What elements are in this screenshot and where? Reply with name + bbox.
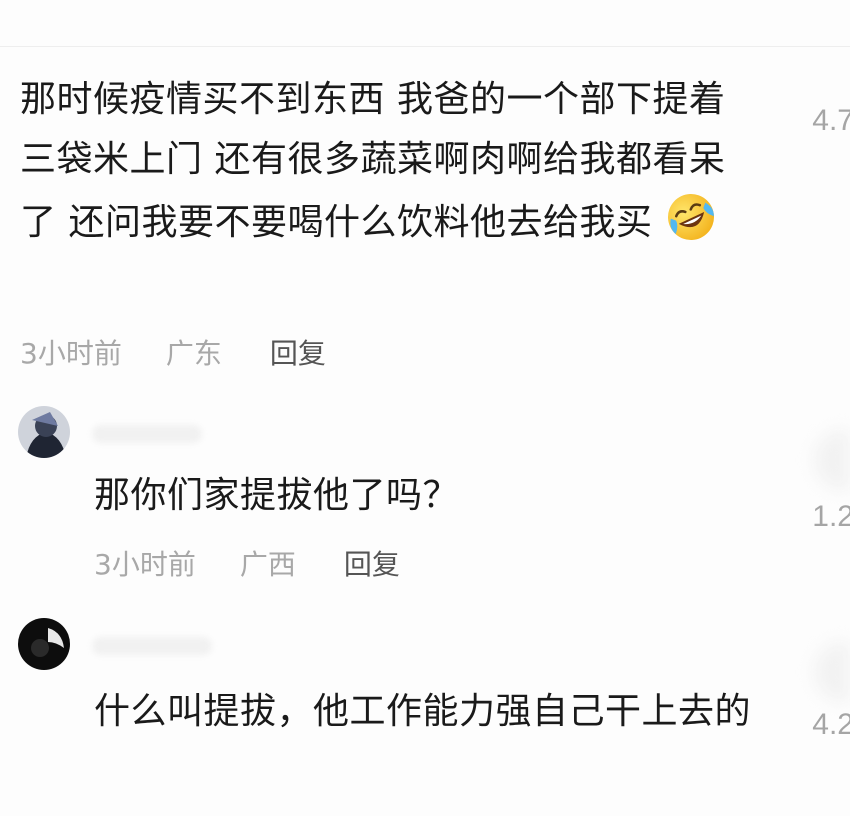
- comment-text: 那时候疫情买不到东西 我爸的一个部下提着三袋米上门 还有很多蔬菜啊肉啊给我都看呆…: [20, 70, 760, 253]
- top-divider: [0, 46, 850, 47]
- comment-body: 那你们家提拔他了吗？: [94, 475, 460, 516]
- side-action-hint: [814, 642, 850, 702]
- avatar-image: [18, 406, 70, 458]
- avatar[interactable]: [18, 406, 70, 458]
- reply-button[interactable]: 回复: [270, 332, 326, 372]
- comment-text: 什么叫提拔，他工作能力强自己干上去的: [94, 682, 784, 742]
- like-count[interactable]: 1.2: [812, 500, 850, 534]
- avatar-image: [18, 618, 70, 670]
- comment-meta: 3小时前 广西 回复: [94, 543, 400, 583]
- comment-body: 那时候疫情买不到东西 我爸的一个部下提着三袋米上门 还有很多蔬菜啊肉啊给我都看呆…: [20, 79, 726, 243]
- comment-location: 广西: [239, 548, 296, 581]
- username: [92, 425, 202, 443]
- comment-text: 那你们家提拔他了吗？: [94, 466, 754, 526]
- avatar[interactable]: [18, 618, 70, 670]
- laughing-crying-emoji-icon: [668, 194, 715, 240]
- username: [92, 637, 212, 655]
- comment-time: 3小时前: [94, 548, 196, 581]
- like-count[interactable]: 4.7: [812, 104, 850, 138]
- comment-body: 什么叫提拔，他工作能力强自己干上去的: [94, 691, 752, 732]
- comment-location: 广东: [165, 337, 222, 370]
- comment-meta: 3小时前 广东 回复: [20, 332, 326, 372]
- side-action-hint: [814, 430, 850, 490]
- like-count[interactable]: 4.2: [812, 708, 850, 742]
- comment-time: 3小时前: [20, 337, 122, 370]
- reply-button[interactable]: 回复: [344, 543, 400, 583]
